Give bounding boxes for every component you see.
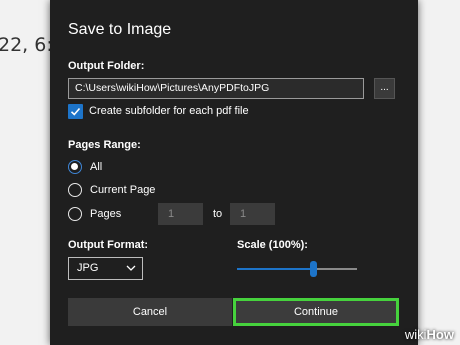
output-folder-label: Output Folder:: [68, 60, 145, 72]
radio-selected-dot: [71, 163, 78, 170]
scale-slider-fill: [237, 268, 313, 270]
pages-range-label: Pages Range:: [68, 139, 141, 151]
pages-to-input[interactable]: 1: [230, 203, 275, 225]
pages-to-label: to: [213, 208, 223, 220]
chevron-down-icon: [126, 258, 136, 285]
subfolder-checkbox[interactable]: [68, 104, 83, 119]
radio-pages[interactable]: [68, 207, 82, 221]
watermark-suffix: How: [426, 327, 454, 342]
output-format-select[interactable]: JPG: [68, 257, 143, 280]
dialog-title: Save to Image: [68, 21, 172, 38]
browse-folder-button[interactable]: ...: [374, 78, 395, 99]
wikihow-watermark: wikiHow: [405, 327, 454, 342]
watermark-prefix: wiki: [404, 327, 427, 342]
radio-all-label: All: [90, 161, 103, 173]
scale-slider[interactable]: [237, 261, 357, 277]
radio-current-page[interactable]: [68, 183, 82, 197]
output-format-value: JPG: [77, 262, 99, 274]
radio-all[interactable]: [68, 160, 82, 174]
scale-slider-thumb[interactable]: [309, 261, 317, 277]
radio-current-page-label: Current Page: [90, 184, 156, 196]
output-folder-input[interactable]: C:\Users\wikiHow\Pictures\AnyPDFtoJPG: [68, 78, 364, 99]
radio-pages-label: Pages: [90, 208, 122, 220]
output-format-label: Output Format:: [68, 239, 149, 251]
cancel-button[interactable]: Cancel: [68, 298, 232, 326]
checkmark-icon: [70, 107, 81, 116]
pages-from-input[interactable]: 1: [158, 203, 203, 225]
scale-label: Scale (100%):: [237, 239, 308, 251]
subfolder-checkbox-label: Create subfolder for each pdf file: [89, 105, 249, 117]
continue-button[interactable]: Continue: [233, 298, 399, 326]
save-to-image-dialog: Save to Image Output Folder: C:\Users\wi…: [50, 0, 418, 345]
